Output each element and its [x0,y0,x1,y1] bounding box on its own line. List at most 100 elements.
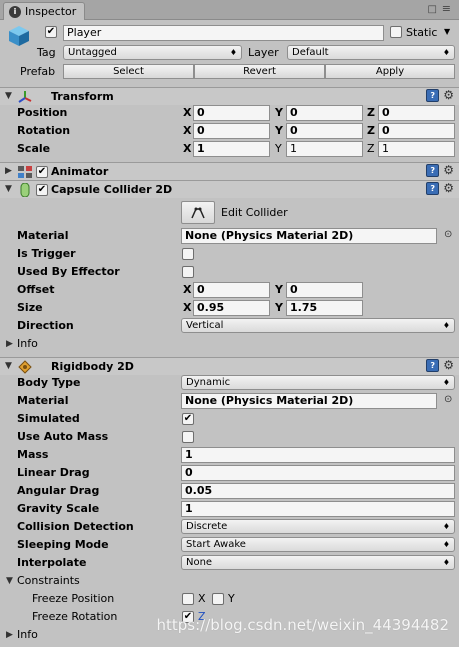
info-foldout-triangle-icon[interactable]: ▶ [6,339,13,349]
is-trigger-label: Is Trigger [17,247,76,260]
rigidbody-material-field[interactable]: None (Physics Material 2D) [181,393,437,409]
capsule-collider-header[interactable]: ▼ ✔ Capsule Collider 2D ? ⚙ [0,180,459,198]
help-book-icon[interactable]: ? [426,182,440,195]
animator-title: Animator [51,165,109,178]
rotation-x-field[interactable]: 0 [193,123,270,139]
rigidbody-icon [18,360,32,374]
gear-icon[interactable]: ⚙ [443,359,454,372]
size-x-field[interactable]: 0.95 [193,300,270,316]
sleeping-mode-dropdown[interactable]: Start Awake ♦ [181,537,455,552]
scale-z-field[interactable]: 1 [378,141,455,157]
scale-y-field[interactable]: 1 [286,141,363,157]
rotation-z-field[interactable]: 0 [378,123,455,139]
linear-drag-field[interactable]: 0 [181,465,455,481]
watermark: https://blog.csdn.net/weixin_44394482 [156,616,449,634]
angular-drag-field[interactable]: 0.05 [181,483,455,499]
offset-y-field[interactable]: 0 [286,282,363,298]
layer-dropdown[interactable]: Default ♦ [287,45,455,60]
gameobject-cube-icon [7,24,31,48]
animator-icon [18,166,32,178]
gear-icon[interactable]: ⚙ [443,89,454,102]
freeze-position-x-label: X [198,592,206,605]
info-icon: i [9,5,21,18]
tag-dropdown[interactable]: Untagged ♦ [63,45,242,60]
edit-collider-button[interactable] [181,201,215,224]
expand-triangle-icon[interactable]: ▼ [5,91,12,101]
axis-y-label: Y [275,283,283,296]
help-book-icon[interactable]: ? [426,164,440,177]
position-z-field[interactable]: 0 [378,105,455,121]
scale-x-field[interactable]: 1 [193,141,270,157]
expand-triangle-icon[interactable]: ▼ [5,361,12,371]
name-field[interactable]: Player [63,25,384,41]
rigidbody-info-label[interactable]: Info [17,628,38,641]
capsule-collider-title: Capsule Collider 2D [51,183,173,196]
collision-detection-value: Discrete [186,521,228,532]
axis-x-label: X [183,283,192,296]
freeze-position-y-label: Y [228,592,235,605]
offset-label: Offset [17,283,55,296]
use-auto-mass-checkbox[interactable] [182,431,194,443]
size-y-field[interactable]: 1.75 [286,300,363,316]
constraints-label[interactable]: Constraints [17,574,80,587]
body-type-dropdown[interactable]: Dynamic ♦ [181,375,455,390]
tab-inspector[interactable]: i Inspector [3,2,85,20]
simulated-checkbox[interactable]: ✔ [182,413,194,425]
axis-y-label: Y [275,301,283,314]
is-trigger-checkbox[interactable] [182,248,194,260]
prefab-select-button[interactable]: Select [63,64,194,79]
prefab-revert-button[interactable]: Revert [194,64,325,79]
used-by-effector-label: Used By Effector [17,265,120,278]
menu-icon[interactable]: ≡ [442,2,451,15]
capsule-material-field[interactable]: None (Physics Material 2D) [181,228,437,244]
rigidbody-material-label: Material [17,394,69,407]
capsule-enabled-checkbox[interactable]: ✔ [36,184,48,196]
updown-icon: ♦ [442,540,450,549]
gear-icon[interactable]: ⚙ [443,164,454,177]
help-book-icon[interactable]: ? [426,89,440,102]
info-foldout-triangle-icon[interactable]: ▶ [6,630,13,640]
help-book-icon[interactable]: ? [426,359,440,372]
position-x-field[interactable]: 0 [193,105,270,121]
gravity-scale-field[interactable]: 1 [181,501,455,517]
rigidbody-header[interactable]: ▼ Rigidbody 2D ? ⚙ [0,357,459,375]
mass-label: Mass [17,448,49,461]
collapse-triangle-icon[interactable]: ▶ [5,166,12,176]
layer-value: Default [292,47,329,58]
animator-enabled-checkbox[interactable]: ✔ [36,166,48,178]
object-picker-icon[interactable]: ⊙ [444,229,452,240]
static-checkbox[interactable] [390,26,402,38]
linear-drag-label: Linear Drag [17,466,90,479]
interpolate-dropdown[interactable]: None ♦ [181,555,455,570]
freeze-rotation-label: Freeze Rotation [32,610,118,623]
mass-field[interactable]: 1 [181,447,455,463]
position-y-field[interactable]: 0 [286,105,363,121]
body-type-label: Body Type [17,376,81,389]
collision-detection-dropdown[interactable]: Discrete ♦ [181,519,455,534]
updown-icon: ♦ [442,48,450,57]
capsule-info-label[interactable]: Info [17,337,38,350]
updown-icon: ♦ [229,48,237,57]
axis-y-label: Y [275,106,283,119]
used-by-effector-checkbox[interactable] [182,266,194,278]
direction-dropdown[interactable]: Vertical ♦ [181,318,455,333]
lock-icon[interactable]: □ [428,4,437,15]
transform-header[interactable]: ▼ Transform ? ⚙ [0,87,459,105]
animator-header[interactable]: ▶ ✔ Animator ? ⚙ [0,162,459,180]
expand-triangle-icon[interactable]: ▼ [5,184,12,194]
rotation-y-field[interactable]: 0 [286,123,363,139]
sleeping-mode-value: Start Awake [186,539,246,550]
simulated-label: Simulated [17,412,80,425]
constraints-foldout-triangle-icon[interactable]: ▼ [6,576,13,586]
updown-icon: ♦ [442,378,450,387]
freeze-position-x-checkbox[interactable] [182,593,194,605]
gear-icon[interactable]: ⚙ [443,182,454,195]
object-picker-icon[interactable]: ⊙ [444,394,452,405]
freeze-position-y-checkbox[interactable] [212,593,224,605]
prefab-apply-button[interactable]: Apply [325,64,455,79]
rigidbody-title: Rigidbody 2D [51,360,134,373]
active-checkbox[interactable]: ✔ [45,26,57,38]
offset-x-field[interactable]: 0 [193,282,270,298]
tag-label: Tag [37,46,56,59]
static-dropdown-arrow[interactable]: ▼ [444,27,450,36]
